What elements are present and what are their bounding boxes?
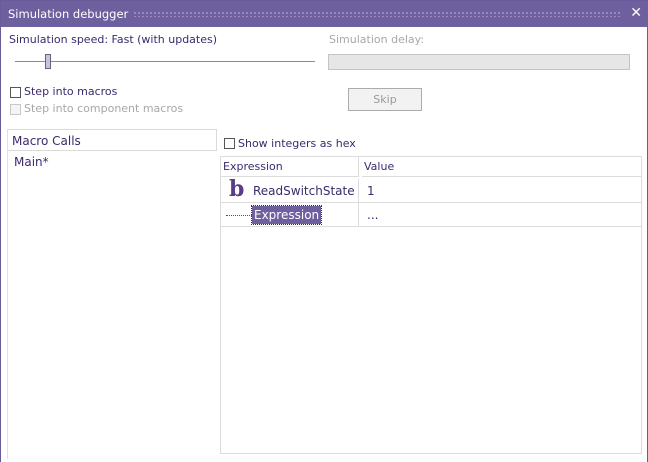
- show-hex-label: Show integers as hex: [238, 137, 356, 150]
- tree-connector: [226, 215, 252, 216]
- simulation-delay-label: Simulation delay:: [329, 33, 425, 46]
- column-header-value[interactable]: Value: [362, 157, 641, 177]
- title-bar[interactable]: Simulation debugger ✕: [1, 1, 648, 27]
- value-cell[interactable]: 1: [367, 184, 375, 198]
- expression-cell[interactable]: ReadSwitchState: [253, 184, 355, 198]
- cell-divider: [358, 179, 359, 203]
- step-into-component-macros-label: Step into component macros: [24, 102, 184, 115]
- speed-slider-thumb[interactable]: [45, 54, 51, 69]
- table-row[interactable]: b ReadSwitchState 1: [221, 176, 641, 203]
- debugger-window: Simulation debugger ✕ Simulation speed: …: [0, 0, 648, 462]
- column-header-expression[interactable]: Expression: [221, 157, 359, 177]
- speed-slider-track[interactable]: [15, 61, 315, 62]
- boolean-variable-icon: b: [229, 176, 245, 202]
- window-title: Simulation debugger: [8, 7, 133, 21]
- title-bar-grip: [121, 11, 621, 17]
- value-cell[interactable]: ...: [367, 208, 378, 222]
- table-row[interactable]: Expression ...: [221, 203, 641, 227]
- macro-calls-panel: [7, 129, 218, 459]
- simulation-delay-slider[interactable]: [328, 54, 630, 70]
- simulation-speed-label: Simulation speed: Fast (with updates): [9, 33, 218, 46]
- macro-call-item[interactable]: Main*: [14, 155, 49, 169]
- step-into-macros-checkbox[interactable]: [10, 87, 21, 98]
- new-expression-cell[interactable]: Expression: [250, 205, 323, 225]
- close-icon[interactable]: ✕: [630, 5, 642, 21]
- step-into-component-macros-checkbox[interactable]: [10, 104, 21, 115]
- watch-table: Expression Value b ReadSwitchState 1 Exp…: [220, 156, 642, 454]
- step-into-macros-label: Step into macros: [24, 85, 118, 98]
- macro-calls-header: Macro Calls: [8, 129, 217, 151]
- cell-divider: [358, 203, 359, 227]
- skip-button[interactable]: Skip: [348, 88, 422, 111]
- show-hex-checkbox[interactable]: [224, 138, 235, 149]
